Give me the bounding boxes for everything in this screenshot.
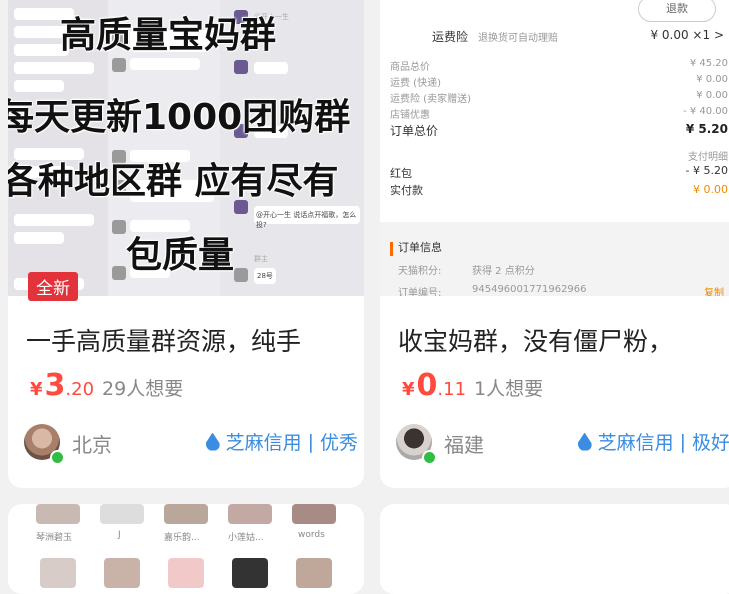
- overlay-text-line-1: 高质量宝妈群: [60, 15, 277, 56]
- order-row-value: ¥ 45.20: [689, 58, 728, 69]
- order-info-title: 订单信息: [398, 241, 442, 254]
- price-integer: 0: [416, 368, 438, 403]
- member-name: words: [298, 530, 325, 540]
- member-avatar: [36, 504, 80, 524]
- online-status-icon: [422, 450, 437, 465]
- member-avatar: [104, 558, 140, 588]
- paid-value: ¥ 0.00: [693, 183, 728, 196]
- member-name: 嘉乐韵...: [164, 533, 200, 543]
- new-badge: 全新: [28, 272, 78, 301]
- member-avatar: [296, 558, 332, 588]
- copy-link: 复制: [704, 288, 724, 296]
- order-total-value: ¥ 5.20: [685, 122, 728, 136]
- order-total-label: 订单总价: [390, 124, 439, 138]
- product-card-right[interactable]: 退款 运费险 退换货可自动理赔 ¥ 0.00 ×1 > 商品总价 ¥ 45.20…: [380, 0, 729, 488]
- product-title[interactable]: 一手高质量群资源，纯手: [26, 322, 301, 358]
- credit-brand: 芝麻信用: [597, 432, 674, 454]
- points-label: 天猫积分:: [398, 266, 442, 277]
- price-decimal: .11: [437, 379, 467, 400]
- product-title[interactable]: 收宝妈群，没有僵尸粉，: [398, 322, 673, 358]
- chat-message: 28号: [257, 272, 273, 280]
- order-number-value: 945496001771962966: [472, 284, 587, 295]
- credit-divider: |: [679, 430, 686, 453]
- seller-city: 福建: [444, 433, 484, 457]
- overlay-text-line-2: 每天更新1000团购群: [8, 97, 351, 138]
- chat-sender: 群主: [254, 255, 268, 263]
- member-name: 小莲姑...: [228, 533, 264, 543]
- seller-info[interactable]: 北京 芝麻信用 | 优秀: [24, 422, 358, 465]
- price: ¥ 3 .20 29人想要: [30, 368, 184, 403]
- sesame-credit-icon: [577, 432, 592, 451]
- redpacket-value: - ¥ 5.20: [685, 164, 728, 177]
- seller-info[interactable]: 福建 芝麻信用 | 极好: [396, 422, 729, 465]
- payment-detail-label: 支付明细: [688, 152, 728, 163]
- product-card-right-next[interactable]: [380, 504, 729, 594]
- shipping-insurance-value: ¥ 0.00 ×1 >: [650, 28, 724, 42]
- member-grid: 琴洲碧玉 J 嘉乐韵... 小莲姑... words: [8, 504, 364, 588]
- member-avatar: [168, 558, 204, 588]
- member-name: 琴洲碧玉: [36, 533, 73, 543]
- member-avatar: [228, 504, 272, 524]
- seller-city: 北京: [72, 433, 112, 457]
- paid-label: 实付款: [390, 184, 423, 197]
- member-avatar: [232, 558, 268, 588]
- order-row-value: ¥ 0.00: [696, 74, 728, 85]
- points-value: 获得 2 点积分: [472, 266, 535, 277]
- product-image[interactable]: @开心一生 @开心一生 说话点开福歌，怎么投? 28号 群主 高质量宝妈群 每天…: [8, 0, 364, 296]
- overlay-text-line-4: 包质量: [126, 235, 235, 276]
- refund-button: 退款: [638, 0, 716, 22]
- member-avatar: [100, 504, 144, 524]
- order-number-label: 订单编号:: [398, 288, 442, 296]
- price-decimal: .20: [65, 379, 95, 400]
- product-image[interactable]: 退款 运费险 退换货可自动理赔 ¥ 0.00 ×1 > 商品总价 ¥ 45.20…: [380, 0, 729, 296]
- order-summary-panel: 退款 运费险 退换货可自动理赔 ¥ 0.00 ×1 > 商品总价 ¥ 45.20…: [380, 0, 729, 222]
- redpacket-label: 红包: [390, 167, 412, 180]
- credit-badge: 芝麻信用 | 优秀: [205, 428, 358, 455]
- order-row-label: 店铺优惠: [390, 110, 430, 121]
- order-row-label: 商品总价: [390, 62, 430, 73]
- price-integer: 3: [44, 368, 66, 403]
- member-name: J: [118, 530, 121, 540]
- member-avatar: [40, 558, 76, 588]
- member-avatar: [292, 504, 336, 524]
- credit-brand: 芝麻信用: [225, 432, 302, 454]
- online-status-icon: [50, 450, 65, 465]
- price: ¥ 0 .11 1人想要: [402, 368, 544, 403]
- credit-level: 优秀: [319, 432, 358, 454]
- order-row-value: - ¥ 40.00: [683, 106, 728, 117]
- credit-level: 极好: [691, 432, 729, 454]
- credit-divider: |: [307, 430, 314, 453]
- order-row-label: 运费险 (卖家赠送): [390, 94, 471, 105]
- product-card-left-next[interactable]: 琴洲碧玉 J 嘉乐韵... 小莲姑... words: [8, 504, 364, 594]
- price-symbol: ¥: [402, 379, 415, 400]
- shipping-insurance-label: 运费险: [432, 30, 469, 44]
- sesame-credit-icon: [205, 432, 220, 451]
- section-accent-bar: [390, 242, 393, 256]
- overlay-text-line-3: 各种地区群 应有尽有: [8, 161, 339, 202]
- chat-message: @开心一生 说话点开福歌，怎么投?: [256, 211, 357, 229]
- wants-count: 29人想要: [102, 378, 184, 400]
- product-card-left[interactable]: @开心一生 @开心一生 说话点开福歌，怎么投? 28号 群主 高质量宝妈群 每天…: [8, 0, 364, 488]
- wants-count: 1人想要: [474, 378, 544, 400]
- price-symbol: ¥: [30, 379, 43, 400]
- credit-badge: 芝麻信用 | 极好: [577, 428, 729, 455]
- member-avatar: [164, 504, 208, 524]
- shipping-insurance-desc: 退换货可自动理赔: [478, 33, 558, 44]
- order-row-label: 运费 (快递): [390, 78, 441, 89]
- order-row-value: ¥ 0.00: [696, 90, 728, 101]
